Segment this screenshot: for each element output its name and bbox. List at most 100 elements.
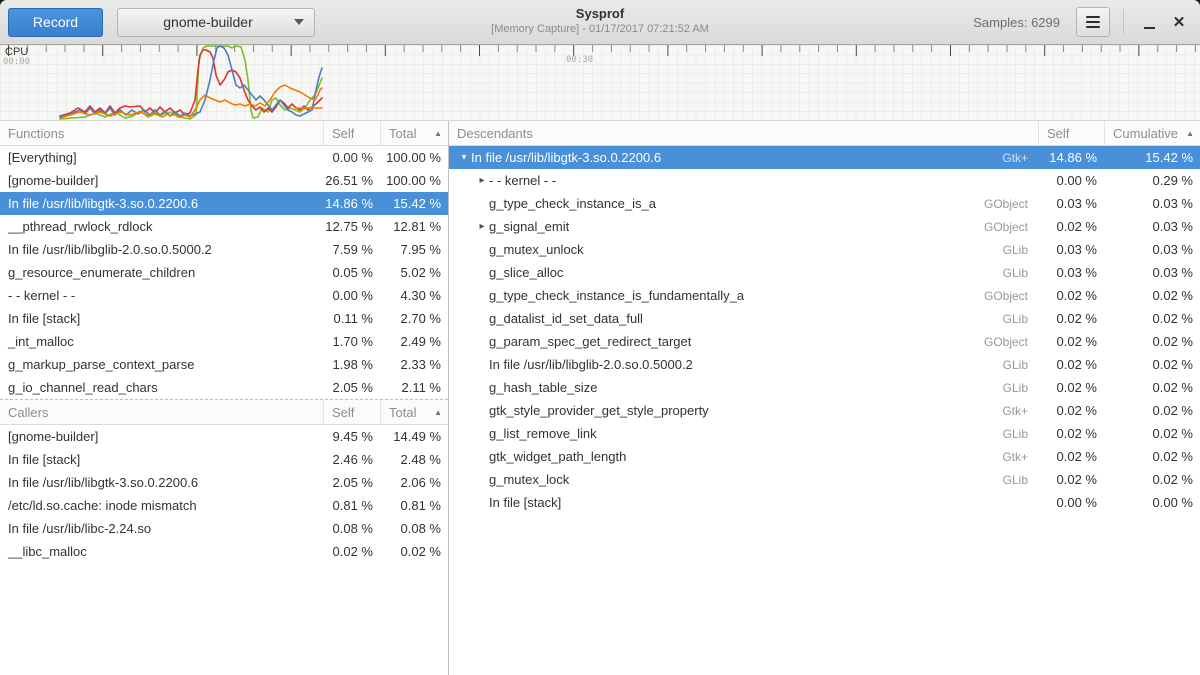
descendants-cumulative-column-header[interactable]: Cumulative▲	[1104, 121, 1200, 145]
callers-column-header[interactable]: Callers	[0, 405, 323, 420]
function-name: /etc/ld.so.cache: inode mismatch	[0, 498, 323, 513]
callers-table-row[interactable]: __libc_malloc0.02 %0.02 %	[0, 540, 448, 563]
descendant-name-cell: g_list_remove_linkGLib	[449, 426, 1038, 441]
expander-closed-icon[interactable]: ▸	[475, 222, 489, 232]
descendants-table-row[interactable]: g_mutex_unlockGLib0.03 %0.03 %	[449, 238, 1200, 261]
functions-table-row[interactable]: g_markup_parse_context_parse1.98 %2.33 %	[0, 353, 448, 376]
cumulative-percent: 0.02 %	[1104, 426, 1200, 441]
function-name: [gnome-builder]	[0, 173, 323, 188]
function-name: In file /usr/lib/libglib-2.0.so.0.5000.2	[489, 357, 693, 372]
library-badge: GObject	[984, 289, 1038, 303]
descendants-table-row[interactable]: In file [stack]0.00 %0.00 %	[449, 491, 1200, 514]
functions-total-column-header[interactable]: Total▲	[380, 121, 448, 145]
descendant-name-cell: ▸g_signal_emitGObject	[449, 219, 1038, 234]
descendants-table-row[interactable]: ▾In file /usr/lib/libgtk-3.so.0.2200.6Gt…	[449, 146, 1200, 169]
functions-table-row[interactable]: __pthread_rwlock_rdlock12.75 %12.81 %	[0, 215, 448, 238]
function-name: [gnome-builder]	[0, 429, 323, 444]
function-name: g_markup_parse_context_parse	[0, 357, 323, 372]
functions-column-header[interactable]: Functions	[0, 126, 323, 141]
descendants-table-row[interactable]: g_type_check_instance_is_fundamentally_a…	[449, 284, 1200, 307]
descendants-table-row[interactable]: g_mutex_lockGLib0.02 %0.02 %	[449, 468, 1200, 491]
cumulative-percent: 0.03 %	[1104, 265, 1200, 280]
functions-table-row[interactable]: In file /usr/lib/libgtk-3.so.0.2200.614.…	[0, 192, 448, 215]
functions-table-row[interactable]: In file /usr/lib/libglib-2.0.so.0.5000.2…	[0, 238, 448, 261]
cumulative-percent: 15.42 %	[1104, 150, 1200, 165]
self-percent: 9.45 %	[323, 429, 380, 444]
cumulative-percent: 0.29 %	[1104, 173, 1200, 188]
cumulative-percent: 0.02 %	[1104, 449, 1200, 464]
time-tick-mid: 00:30	[566, 55, 593, 65]
header-bar: Record gnome-builder Sysprof [Memory Cap…	[0, 0, 1200, 45]
function-name: In file /usr/lib/libgtk-3.so.0.2200.6	[0, 196, 323, 211]
descendant-name-cell: g_param_spec_get_redirect_targetGObject	[449, 334, 1038, 349]
descendants-table-row[interactable]: ▸g_signal_emitGObject0.02 %0.03 %	[449, 215, 1200, 238]
record-button[interactable]: Record	[8, 8, 103, 37]
process-selector-label: gnome-builder	[128, 14, 288, 30]
descendant-name-cell: g_datalist_id_set_data_fullGLib	[449, 311, 1038, 326]
close-button[interactable]: ✕	[1164, 7, 1194, 37]
functions-table-row[interactable]: - - kernel - -0.00 %4.30 %	[0, 284, 448, 307]
functions-self-column-header[interactable]: Self	[323, 121, 380, 145]
descendant-name-cell: g_slice_alloc GLib	[449, 265, 1038, 280]
descendants-table-row[interactable]: gtk_style_provider_get_style_propertyGtk…	[449, 399, 1200, 422]
descendants-column-header[interactable]: Descendants	[449, 126, 1038, 141]
callers-self-column-header[interactable]: Self	[323, 400, 380, 424]
cumulative-percent: 0.02 %	[1104, 380, 1200, 395]
callers-table-row[interactable]: In file [stack]2.46 %2.48 %	[0, 448, 448, 471]
descendants-table-row[interactable]: g_slice_allocGLib0.03 %0.03 %	[449, 261, 1200, 284]
function-name: g_slice_alloc	[489, 265, 563, 280]
callers-table-row[interactable]: [gnome-builder]9.45 %14.49 %	[0, 425, 448, 448]
descendants-table-row[interactable]: ▸- - kernel - -0.00 %0.29 %	[449, 169, 1200, 192]
cumulative-percent: 0.03 %	[1104, 242, 1200, 257]
total-percent: 7.95 %	[380, 242, 448, 257]
functions-table-row[interactable]: g_resource_enumerate_children0.05 %5.02 …	[0, 261, 448, 284]
callers-table-header[interactable]: Callers Self Total▲	[0, 400, 448, 425]
self-percent: 0.03 %	[1038, 242, 1104, 257]
menu-button[interactable]	[1076, 7, 1110, 37]
descendant-name-cell: g_type_check_instance_is_aGObject	[449, 196, 1038, 211]
descendants-table-row[interactable]: g_param_spec_get_redirect_targetGObject0…	[449, 330, 1200, 353]
descendants-table-row[interactable]: gtk_widget_path_lengthGtk+0.02 %0.02 %	[449, 445, 1200, 468]
self-percent: 12.75 %	[323, 219, 380, 234]
functions-table-row[interactable]: _int_malloc1.70 %2.49 %	[0, 330, 448, 353]
self-percent: 0.08 %	[323, 521, 380, 536]
function-name: gtk_widget_path_length	[489, 449, 626, 464]
total-percent: 4.30 %	[380, 288, 448, 303]
expander-open-icon[interactable]: ▾	[457, 153, 471, 163]
function-name: g_list_remove_link	[489, 426, 597, 441]
descendants-table-row[interactable]: In file /usr/lib/libglib-2.0.so.0.5000.2…	[449, 353, 1200, 376]
descendants-table-header[interactable]: Descendants Self Cumulative▲	[449, 121, 1200, 146]
function-name: g_io_channel_read_chars	[0, 380, 323, 395]
functions-table-row[interactable]: [gnome-builder]26.51 %100.00 %	[0, 169, 448, 192]
functions-table: [Everything]0.00 %100.00 %[gnome-builder…	[0, 146, 448, 399]
callers-total-column-header[interactable]: Total▲	[380, 400, 448, 424]
descendants-table-row[interactable]: g_datalist_id_set_data_fullGLib0.02 %0.0…	[449, 307, 1200, 330]
library-badge: GLib	[1003, 266, 1038, 280]
descendants-table-row[interactable]: g_list_remove_linkGLib0.02 %0.02 %	[449, 422, 1200, 445]
callers-table-row[interactable]: In file /usr/lib/libgtk-3.so.0.2200.62.0…	[0, 471, 448, 494]
expander-closed-icon[interactable]: ▸	[475, 176, 489, 186]
self-percent: 0.02 %	[323, 544, 380, 559]
descendants-self-column-header[interactable]: Self	[1038, 121, 1104, 145]
descendant-name-cell: ▸- - kernel - -	[449, 173, 1038, 188]
functions-table-header[interactable]: Functions Self Total▲	[0, 121, 448, 146]
self-percent: 0.03 %	[1038, 196, 1104, 211]
callers-table-row[interactable]: In file /usr/lib/libc-2.24.so0.08 %0.08 …	[0, 517, 448, 540]
functions-table-row[interactable]: In file [stack]0.11 %2.70 %	[0, 307, 448, 330]
process-selector-dropdown[interactable]: gnome-builder	[117, 8, 315, 37]
chevron-down-icon	[294, 19, 304, 25]
descendants-table-row[interactable]: g_hash_table_sizeGLib0.02 %0.02 %	[449, 376, 1200, 399]
self-percent: 0.00 %	[1038, 495, 1104, 510]
cpu-graph[interactable]: CPU 00:00 00:30	[0, 45, 1200, 121]
library-badge: GLib	[1003, 358, 1038, 372]
functions-table-row[interactable]: g_io_channel_read_chars2.05 %2.11 %	[0, 376, 448, 399]
total-percent: 12.81 %	[380, 219, 448, 234]
descendant-name-cell: g_hash_table_sizeGLib	[449, 380, 1038, 395]
descendants-table-row[interactable]: g_type_check_instance_is_aGObject0.03 %0…	[449, 192, 1200, 215]
function-name: In file [stack]	[489, 495, 561, 510]
functions-table-row[interactable]: [Everything]0.00 %100.00 %	[0, 146, 448, 169]
function-name: g_type_check_instance_is_a	[489, 196, 656, 211]
callers-table-row[interactable]: /etc/ld.so.cache: inode mismatch0.81 %0.…	[0, 494, 448, 517]
cumulative-percent: 0.02 %	[1104, 311, 1200, 326]
minimize-button[interactable]	[1134, 7, 1164, 37]
